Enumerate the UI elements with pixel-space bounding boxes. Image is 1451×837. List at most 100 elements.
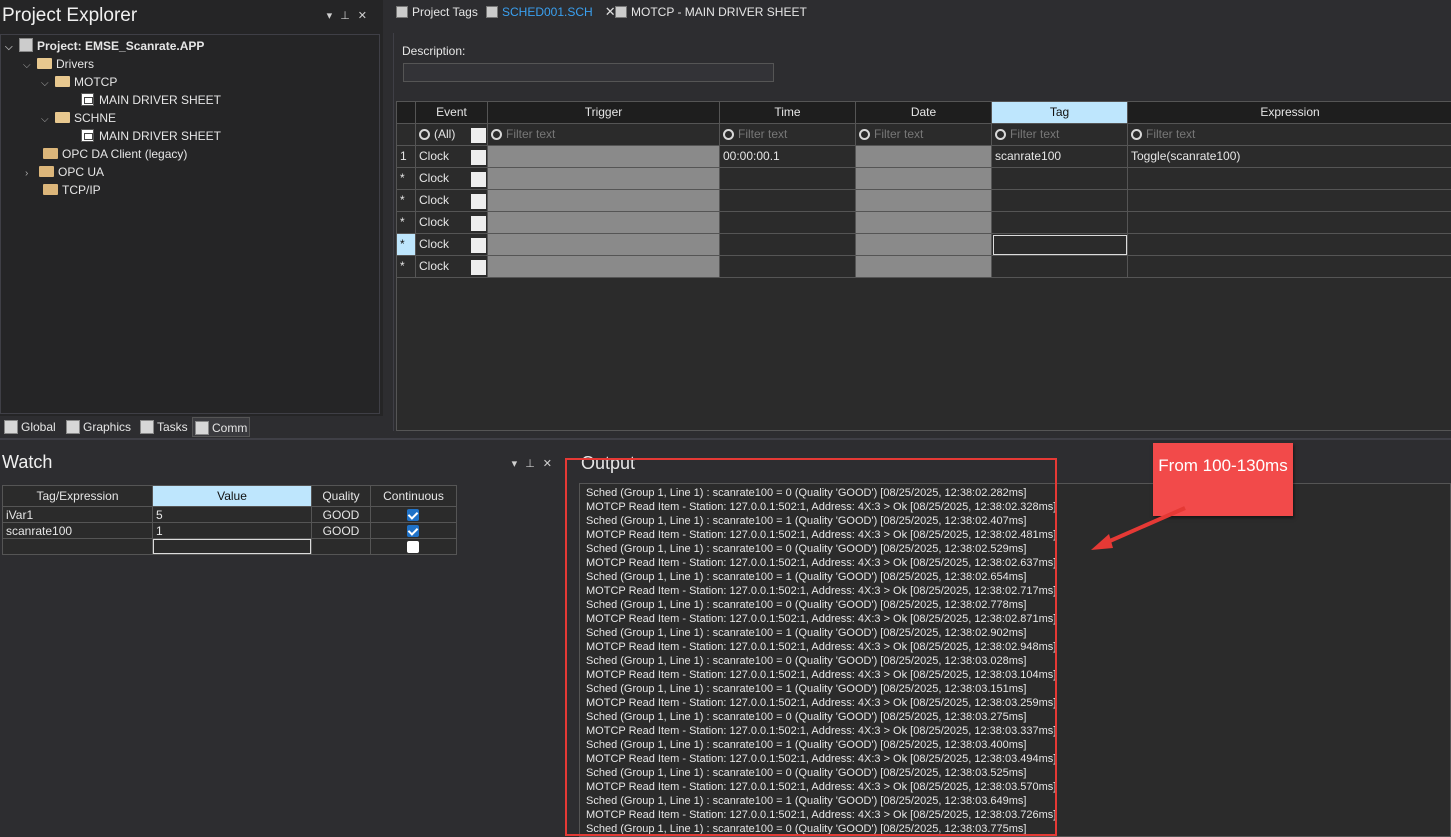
tag-cell-focused[interactable] [992,234,1128,256]
row-marker[interactable]: * [397,190,416,212]
column-header-tag-expression[interactable]: Tag/Expression [2,485,153,507]
trigger-cell[interactable] [488,212,720,234]
event-dropdown-button[interactable] [471,216,486,231]
tree-item-project[interactable]: ⌵ Project: EMSE_Scanrate.APP [5,37,204,55]
expression-cell[interactable] [1128,256,1451,278]
trigger-cell[interactable] [488,168,720,190]
event-filter-dropdown[interactable] [471,128,486,143]
watch-tag-cell[interactable]: iVar1 [2,506,153,523]
tab-project-tags[interactable]: Project Tags [396,3,478,21]
close-icon[interactable]: ✕ [605,4,616,19]
time-cell[interactable] [720,168,856,190]
column-header-trigger[interactable]: Trigger [488,102,720,124]
date-cell[interactable] [856,212,992,234]
tag-cell[interactable] [992,168,1128,190]
collapse-icon[interactable]: ⌵ [5,39,19,57]
event-dropdown-button[interactable] [471,172,486,187]
row-marker[interactable]: * [397,168,416,190]
pin-icon[interactable]: ⊥ [340,10,358,22]
watch-new-continuous-cell[interactable] [370,538,457,555]
tree-item-opc-da-client[interactable]: OPC DA Client (legacy) [43,145,187,163]
time-cell[interactable] [720,212,856,234]
tree-item-drivers[interactable]: ⌵ Drivers [23,55,94,73]
tag-cell[interactable] [992,190,1128,212]
row-marker[interactable]: * [397,234,416,256]
date-cell[interactable] [856,146,992,168]
collapse-icon[interactable]: ⌵ [41,111,55,129]
column-header-time[interactable]: Time [720,102,856,124]
tab-graphics[interactable]: Graphics [64,417,131,437]
tag-cell[interactable] [992,212,1128,234]
date-cell[interactable] [856,190,992,212]
trigger-cell[interactable] [488,234,720,256]
checkbox-unchecked-icon[interactable] [407,541,419,553]
pin-icon[interactable]: ⊥ [525,458,543,470]
event-dropdown-button[interactable] [471,150,486,165]
time-cell[interactable]: 00:00:00.1 [720,146,856,168]
expand-icon[interactable]: › [25,165,39,183]
trigger-cell[interactable] [488,190,720,212]
watch-continuous-cell[interactable] [370,522,457,539]
expression-cell[interactable]: Toggle(scanrate100) [1128,146,1451,168]
watch-new-value-cell[interactable] [152,538,312,555]
column-header-tag[interactable]: Tag [992,102,1128,124]
watch-value-cell[interactable]: 1 [152,522,312,539]
tag-cell[interactable]: scanrate100 [992,146,1128,168]
tab-motcp-main-driver-sheet[interactable]: MOTCP - MAIN DRIVER SHEET [615,3,807,21]
tab-comm[interactable]: Comm [192,417,250,437]
column-header-quality[interactable]: Quality [311,485,371,507]
tree-item-motcp-main-driver-sheet[interactable]: MAIN DRIVER SHEET [81,91,221,109]
time-cell[interactable] [720,190,856,212]
watch-continuous-cell[interactable] [370,506,457,523]
filter-date[interactable]: Filter text [856,124,992,146]
close-icon[interactable]: ✕ [358,10,375,22]
dropdown-icon[interactable]: ▾ [512,458,526,470]
expression-cell[interactable] [1128,168,1451,190]
tab-sched001[interactable]: SCHED001.SCH ✕ [486,3,616,21]
watch-value-cell[interactable]: 5 [152,506,312,523]
event-dropdown-button[interactable] [471,238,486,253]
expression-cell[interactable] [1128,190,1451,212]
watch-tag-cell[interactable]: scanrate100 [2,522,153,539]
trigger-cell[interactable] [488,256,720,278]
tab-global[interactable]: Global [2,417,56,437]
tab-tasks[interactable]: Tasks [138,417,188,437]
checkbox-checked-icon[interactable] [407,509,419,521]
date-cell[interactable] [856,234,992,256]
panel-divider[interactable] [0,438,1451,440]
event-dropdown-button[interactable] [471,260,486,275]
tree-item-schne[interactable]: ⌵ SCHNE [41,109,116,127]
column-header-event[interactable]: Event [416,102,488,124]
expression-cell[interactable] [1128,234,1451,256]
tree-item-opc-ua[interactable]: › OPC UA [25,163,104,181]
filter-time[interactable]: Filter text [720,124,856,146]
column-header-value[interactable]: Value [152,485,312,507]
dropdown-icon[interactable]: ▾ [327,10,341,22]
collapse-icon[interactable]: ⌵ [41,75,55,93]
filter-expression[interactable]: Filter text [1128,124,1451,146]
expression-cell[interactable] [1128,212,1451,234]
column-header-expression[interactable]: Expression [1128,102,1451,124]
filter-tag[interactable]: Filter text [992,124,1128,146]
checkbox-checked-icon[interactable] [407,525,419,537]
close-icon[interactable]: ✕ [543,458,560,470]
date-cell[interactable] [856,168,992,190]
tag-cell[interactable] [992,256,1128,278]
row-marker[interactable]: * [397,212,416,234]
description-input[interactable] [403,63,774,82]
trigger-cell[interactable] [488,146,720,168]
event-dropdown-button[interactable] [471,194,486,209]
row-marker[interactable]: * [397,256,416,278]
tree-item-schne-main-driver-sheet[interactable]: MAIN DRIVER SHEET [81,127,221,145]
row-marker[interactable]: 1 [397,146,416,168]
date-cell[interactable] [856,256,992,278]
filter-trigger[interactable]: Filter text [488,124,720,146]
column-header-continuous[interactable]: Continuous [370,485,457,507]
time-cell[interactable] [720,256,856,278]
collapse-icon[interactable]: ⌵ [23,57,37,75]
tree-item-tcp-ip[interactable]: TCP/IP [43,181,101,199]
time-cell[interactable] [720,234,856,256]
tree-item-motcp[interactable]: ⌵ MOTCP [41,73,117,91]
watch-new-tag-cell[interactable] [2,538,153,555]
column-header-date[interactable]: Date [856,102,992,124]
